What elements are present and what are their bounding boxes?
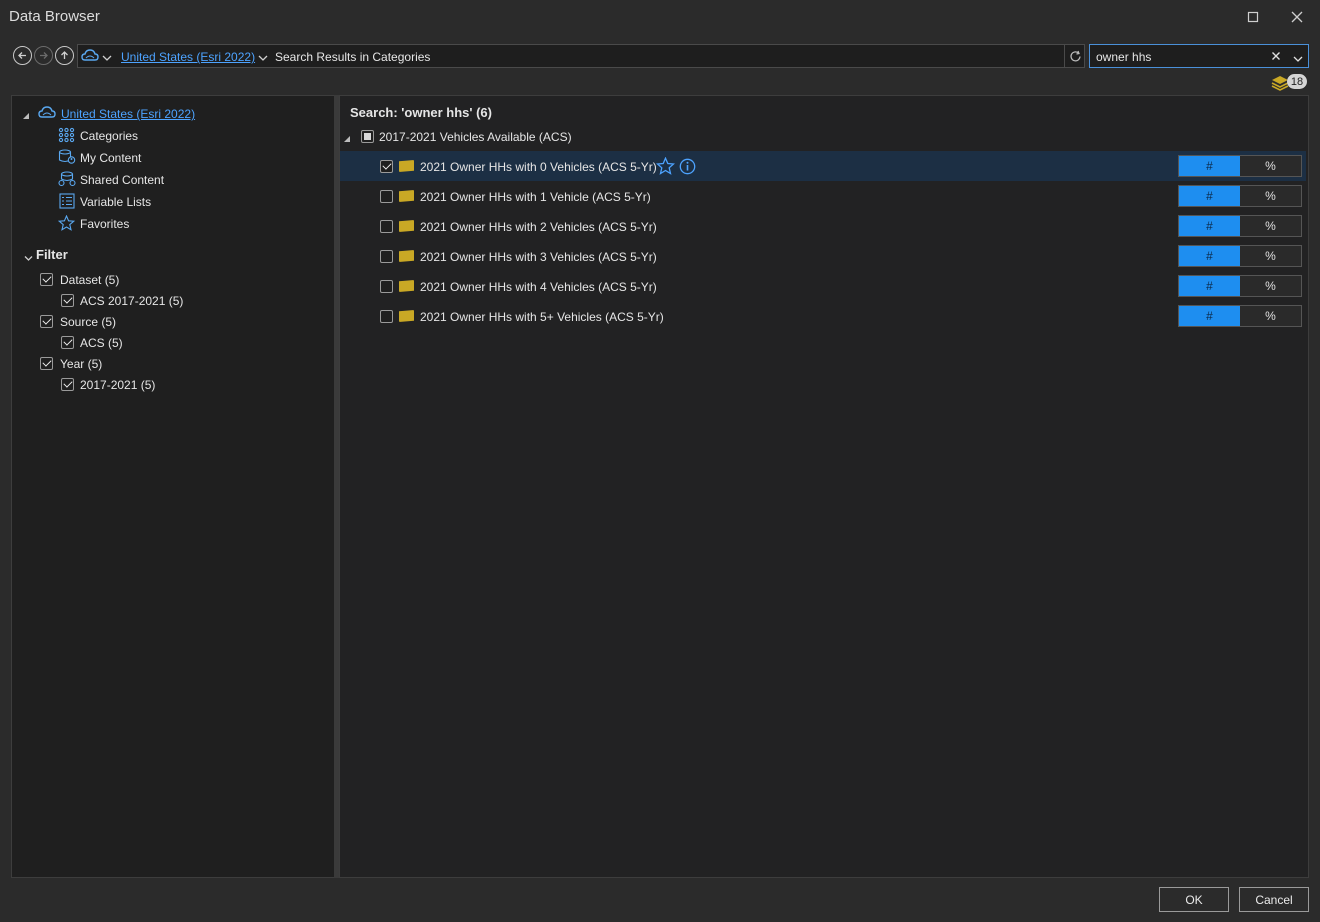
- row-label: 2021 Owner HHs with 3 Vehicles (ACS 5-Yr…: [420, 250, 657, 264]
- search-input[interactable]: owner hhs: [1096, 50, 1151, 64]
- count-percent-toggle[interactable]: # %: [1178, 305, 1302, 327]
- location-cloud-icon[interactable]: [81, 48, 99, 66]
- percent-toggle-option[interactable]: %: [1240, 276, 1301, 296]
- percent-toggle-option[interactable]: %: [1240, 156, 1301, 176]
- maximize-icon: [1247, 11, 1259, 23]
- row-checkbox[interactable]: [380, 250, 393, 263]
- filter-dataset-child-checkbox[interactable]: [61, 294, 74, 307]
- count-toggle-option[interactable]: #: [1179, 276, 1240, 296]
- filter-chevron-icon[interactable]: [24, 251, 33, 265]
- root-location-link[interactable]: United States (Esri 2022): [61, 107, 195, 121]
- search-heading: Search: 'owner hhs' (6): [350, 105, 492, 120]
- filter-header: Filter: [36, 247, 68, 262]
- row-checkbox[interactable]: [380, 220, 393, 233]
- favorite-star-icon[interactable]: [655, 156, 676, 178]
- row-label: 2021 Owner HHs with 4 Vehicles (ACS 5-Yr…: [420, 280, 657, 294]
- count-toggle-option[interactable]: #: [1179, 246, 1240, 266]
- filter-dataset-checkbox[interactable]: [40, 273, 53, 286]
- count-percent-toggle[interactable]: # %: [1178, 275, 1302, 297]
- layers-count-badge: 18: [1287, 74, 1307, 89]
- path-text: Search Results in Categories: [275, 50, 431, 64]
- grid-icon: [58, 127, 76, 143]
- clear-icon: [1272, 52, 1280, 60]
- variable-folder-icon: [399, 310, 414, 322]
- nav-item-categories[interactable]: Categories: [80, 129, 138, 143]
- breadcrumb-chevron-icon[interactable]: [258, 51, 268, 65]
- nav-item-favorites[interactable]: Favorites: [80, 217, 129, 231]
- close-icon: [1291, 11, 1303, 23]
- count-percent-toggle[interactable]: # %: [1178, 245, 1302, 267]
- filter-dataset-label: Dataset (5): [60, 273, 120, 287]
- arrow-left-icon: [18, 52, 26, 59]
- up-button[interactable]: [55, 46, 74, 65]
- variable-folder-icon: [399, 190, 414, 202]
- maximize-button[interactable]: [1241, 6, 1265, 28]
- close-button[interactable]: [1285, 6, 1309, 28]
- row-checkbox[interactable]: [380, 160, 393, 173]
- group-collapse-triangle-icon[interactable]: [343, 132, 351, 146]
- filter-dataset-child-label: ACS 2017-2021 (5): [80, 294, 184, 308]
- location-link[interactable]: United States (Esri 2022): [121, 50, 255, 64]
- refresh-button[interactable]: [1064, 45, 1085, 67]
- root-cloud-icon: [38, 105, 56, 123]
- nav-item-my-content[interactable]: My Content: [80, 151, 141, 165]
- variable-folder-icon: [399, 250, 414, 262]
- my-content-icon: [58, 149, 76, 168]
- location-dropdown-chevron-icon[interactable]: [102, 51, 112, 65]
- info-icon[interactable]: [679, 158, 696, 178]
- title-bar: [0, 0, 1320, 36]
- variable-folder-icon: [399, 220, 414, 232]
- shared-content-icon: [58, 171, 76, 190]
- row-label: 2021 Owner HHs with 2 Vehicles (ACS 5-Yr…: [420, 220, 657, 234]
- star-icon: [57, 214, 76, 234]
- variable-folder-icon: [399, 280, 414, 292]
- row-checkbox[interactable]: [380, 190, 393, 203]
- nav-item-variable-lists[interactable]: Variable Lists: [80, 195, 151, 209]
- filter-source-child-label: ACS (5): [80, 336, 123, 350]
- nav-item-shared-content[interactable]: Shared Content: [80, 173, 164, 187]
- count-percent-toggle[interactable]: # %: [1178, 155, 1302, 177]
- back-button[interactable]: [13, 46, 32, 65]
- count-toggle-option[interactable]: #: [1179, 306, 1240, 326]
- group-label: 2017-2021 Vehicles Available (ACS): [379, 130, 572, 144]
- filter-year-checkbox[interactable]: [40, 357, 53, 370]
- count-percent-toggle[interactable]: # %: [1178, 215, 1302, 237]
- list-icon: [59, 193, 75, 212]
- cancel-button[interactable]: Cancel: [1239, 887, 1309, 912]
- row-checkbox[interactable]: [380, 280, 393, 293]
- forward-button[interactable]: [34, 46, 53, 65]
- filter-year-label: Year (5): [60, 357, 103, 371]
- clear-search-button[interactable]: [1271, 50, 1281, 64]
- row-checkbox[interactable]: [380, 310, 393, 323]
- count-toggle-option[interactable]: #: [1179, 156, 1240, 176]
- navigation-panel: [11, 95, 335, 878]
- refresh-icon: [1069, 50, 1081, 61]
- filter-year-child-checkbox[interactable]: [61, 378, 74, 391]
- search-dropdown-chevron-icon[interactable]: [1293, 52, 1303, 66]
- row-label: 2021 Owner HHs with 5+ Vehicles (ACS 5-Y…: [420, 310, 664, 324]
- percent-toggle-option[interactable]: %: [1240, 246, 1301, 266]
- arrow-right-icon: [40, 52, 48, 59]
- filter-source-checkbox[interactable]: [40, 315, 53, 328]
- count-toggle-option[interactable]: #: [1179, 186, 1240, 206]
- ok-button[interactable]: OK: [1159, 887, 1229, 912]
- count-toggle-option[interactable]: #: [1179, 216, 1240, 236]
- arrow-up-icon: [61, 51, 68, 59]
- percent-toggle-option[interactable]: %: [1240, 216, 1301, 236]
- root-collapse-triangle-icon[interactable]: [22, 109, 30, 123]
- window-title: Data Browser: [9, 8, 100, 25]
- row-label: 2021 Owner HHs with 1 Vehicle (ACS 5-Yr): [420, 190, 651, 204]
- filter-source-child-checkbox[interactable]: [61, 336, 74, 349]
- row-label: 2021 Owner HHs with 0 Vehicles (ACS 5-Yr…: [420, 160, 657, 174]
- variable-folder-icon: [399, 160, 414, 172]
- filter-year-child-label: 2017-2021 (5): [80, 378, 156, 392]
- filter-source-label: Source (5): [60, 315, 117, 329]
- percent-toggle-option[interactable]: %: [1240, 186, 1301, 206]
- percent-toggle-option[interactable]: %: [1240, 306, 1301, 326]
- group-checkbox[interactable]: [361, 130, 374, 143]
- count-percent-toggle[interactable]: # %: [1178, 185, 1302, 207]
